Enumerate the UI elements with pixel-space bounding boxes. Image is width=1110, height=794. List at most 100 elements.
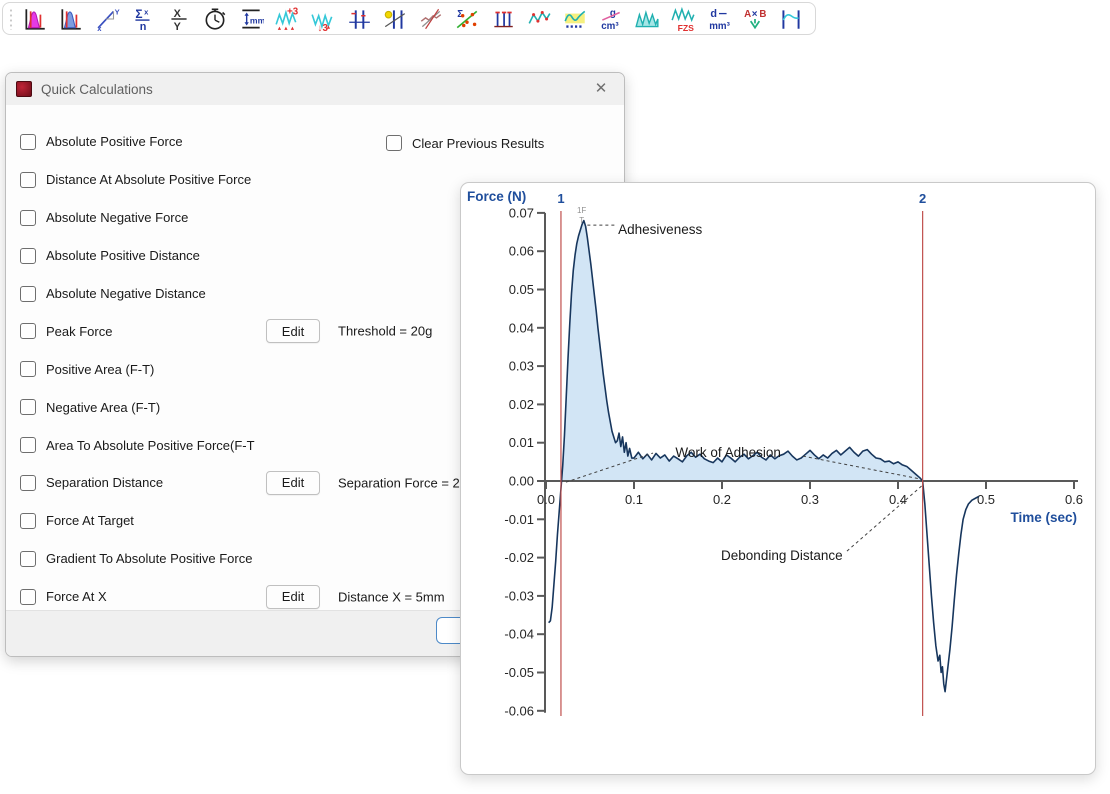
toolbar-button[interactable] (773, 5, 809, 33)
edit-button[interactable]: Edit (266, 585, 320, 609)
calculation-label: Positive Area (F-T) (46, 362, 154, 377)
toolbar-button[interactable] (485, 5, 521, 33)
anchor-drop-pairs-icon (490, 6, 516, 32)
toolbar-button[interactable]: Σ (449, 5, 485, 33)
ratio-x-over-y-icon: XY (166, 6, 192, 32)
toolbar-button[interactable]: gcm³ (593, 5, 629, 33)
main-toolbar: xY Σxn XY mm +3 ↓3 (2, 2, 816, 35)
toolbar-button[interactable] (629, 5, 665, 33)
y-tick-label: -0.06 (504, 703, 534, 718)
peaks-area-blue-icon (58, 6, 84, 32)
calculation-checkbox[interactable] (20, 286, 36, 302)
toolbar-button[interactable]: mm (233, 5, 269, 33)
waveform-fzs-icon: FZS (670, 6, 696, 32)
svg-text:B: B (759, 8, 766, 19)
density-g-cm3-icon: gcm³ (598, 6, 624, 32)
annotation-debonding-distance: Debonding Distance (721, 548, 843, 563)
linked-segments-icon (526, 6, 552, 32)
toolbar-icon-strip: xY Σxn XY mm +3 ↓3 (17, 5, 809, 33)
close-icon[interactable]: ✕ (588, 76, 614, 102)
calculation-label: Absolute Positive Distance (46, 248, 200, 263)
peaks-area-magenta-icon (22, 6, 48, 32)
cursor-label-2: 2 (919, 191, 926, 206)
area-band-highlight-icon (562, 6, 588, 32)
calculation-checkbox[interactable] (20, 475, 36, 491)
svg-text:Y: Y (174, 20, 182, 31)
toolbar-button[interactable] (413, 5, 449, 33)
x-tick-label: 0.1 (625, 492, 643, 507)
toolbar-button[interactable]: dmm³ (701, 5, 737, 33)
edit-button[interactable]: Edit (266, 319, 320, 343)
calculation-checkbox[interactable] (20, 172, 36, 188)
force-time-chart: 0.070.060.050.040.030.020.010.00-0.01-0.… (461, 183, 1095, 774)
toolbar-button[interactable] (377, 5, 413, 33)
calculation-checkbox[interactable] (20, 551, 36, 567)
toolbar-button[interactable] (197, 5, 233, 33)
regression-sigma-scatter-icon: Σ (454, 6, 480, 32)
y-tick-label: -0.05 (504, 665, 534, 680)
svg-text:Y: Y (115, 7, 120, 16)
svg-text:Σ: Σ (135, 6, 142, 20)
calculation-checkbox[interactable] (20, 210, 36, 226)
count-troughs-3-icon: ↓3 (310, 6, 336, 32)
svg-text:mm: mm (250, 15, 264, 25)
calculation-checkbox[interactable] (20, 513, 36, 529)
calculation-checkbox[interactable] (20, 589, 36, 605)
calculation-label: Force At Target (46, 513, 134, 528)
calculation-checkbox[interactable] (20, 248, 36, 264)
toolbar-button[interactable]: FZS (665, 5, 701, 33)
svg-text:n: n (140, 20, 147, 31)
calculation-checkbox[interactable] (20, 399, 36, 415)
annotation-work-of-adhesion: Work of Adhesion (675, 445, 781, 460)
toolbar-button[interactable]: Σxn (125, 5, 161, 33)
dialog-title: Quick Calculations (41, 82, 588, 97)
toolbar-button[interactable] (341, 5, 377, 33)
toolbar-button[interactable]: ↓3 (305, 5, 341, 33)
waveform-fill-icon (634, 6, 660, 32)
app-logo-icon (16, 81, 32, 97)
svg-text:A: A (744, 8, 751, 19)
toolbar-button[interactable]: xY (89, 5, 125, 33)
toolbar-button[interactable]: A×B (737, 5, 773, 33)
calculation-checkbox[interactable] (20, 134, 36, 150)
x-tick-label: 0.3 (801, 492, 819, 507)
calculation-checkbox[interactable] (20, 323, 36, 339)
x-tick-label: 0.6 (1065, 492, 1083, 507)
calculation-label: Peak Force (46, 324, 112, 339)
calculation-label: Distance At Absolute Positive Force (46, 172, 251, 187)
calculation-label: Separation Distance (46, 475, 163, 490)
calculation-checkbox[interactable] (20, 361, 36, 377)
y-tick-label: 0.07 (509, 205, 534, 220)
mean-sigma-n-icon: Σxn (130, 6, 156, 32)
region-between-cursors-icon (778, 6, 804, 32)
calculation-checkbox[interactable] (20, 437, 36, 453)
dialog-titlebar[interactable]: Quick Calculations ✕ (6, 73, 624, 105)
toolbar-button[interactable] (17, 5, 53, 33)
toolbar-button[interactable] (557, 5, 593, 33)
toolbar-button[interactable]: XY (161, 5, 197, 33)
y-tick-label: -0.01 (504, 512, 534, 527)
parameter-value-label: Distance X = 5mm (338, 589, 445, 604)
distance-mm-icon: mm (238, 6, 264, 32)
drop-lines-cross-icon (346, 6, 372, 32)
count-peaks-plus3-icon: +3 (274, 6, 300, 32)
gradient-xy-icon: xY (94, 6, 120, 32)
svg-text:x: x (144, 7, 149, 16)
y-tick-label: 0.04 (509, 320, 534, 335)
units-d-mm3-icon: dmm³ (706, 6, 732, 32)
toolbar-button[interactable] (53, 5, 89, 33)
calculation-label: Gradient To Absolute Positive Force (46, 551, 252, 566)
edit-button[interactable]: Edit (266, 471, 320, 495)
force-time-graph-window: 0.070.060.050.040.030.020.010.00-0.01-0.… (460, 182, 1096, 775)
y-tick-label: 0.01 (509, 435, 534, 450)
drop-lines-marker-icon (382, 6, 408, 32)
toolbar-button[interactable]: +3 (269, 5, 305, 33)
clear-previous-results-checkbox[interactable] (386, 135, 402, 151)
slope-strike-icon (418, 6, 444, 32)
toolbar-grip-handle[interactable] (9, 8, 13, 30)
annotation-peak-tag-1f: 1F (577, 206, 586, 215)
toolbar-button[interactable] (521, 5, 557, 33)
svg-text:mm³: mm³ (709, 20, 730, 31)
cursor-label-1: 1 (557, 191, 564, 206)
annotation-adhesiveness: Adhesiveness (618, 222, 702, 237)
